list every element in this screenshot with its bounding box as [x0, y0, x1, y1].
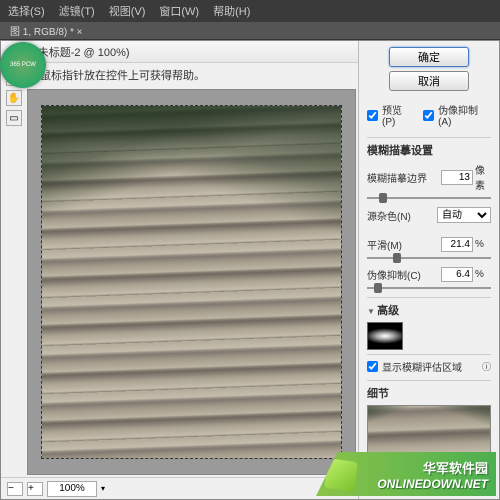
- artifact-sup-unit: %: [473, 269, 491, 280]
- preview-footer: − + ▾: [1, 477, 358, 499]
- bounds-input[interactable]: [441, 170, 473, 185]
- cancel-button[interactable]: 取消: [389, 71, 469, 91]
- smooth-input[interactable]: [441, 237, 473, 252]
- artifact-sup-label: 伪像抑制(C): [367, 267, 441, 282]
- ok-button[interactable]: 确定: [389, 47, 469, 67]
- preview-image: [41, 105, 342, 458]
- show-regions-checkbox[interactable]: [367, 361, 378, 372]
- zoom-field[interactable]: [47, 481, 97, 497]
- zoom-dropdown-icon[interactable]: ▾: [101, 484, 105, 493]
- show-regions-label: 显示模糊评估区域: [382, 359, 462, 374]
- region-tool-icon[interactable]: ▭: [6, 110, 22, 126]
- show-regions-row[interactable]: 显示模糊评估区域 ⓘ: [367, 354, 491, 374]
- menu-window[interactable]: 窗口(W): [159, 3, 199, 19]
- dialog-title: 防抖 (未标题-2 @ 100%): [1, 41, 358, 63]
- preview-checkbox-label: 预览(P): [382, 102, 415, 128]
- artifact-checkbox[interactable]: [423, 110, 434, 121]
- section-advanced[interactable]: 高级: [367, 297, 491, 318]
- artifact-sup-input[interactable]: [441, 267, 473, 282]
- detail-loupe[interactable]: [367, 405, 491, 461]
- menu-filter[interactable]: 滤镜(T): [59, 3, 95, 19]
- controls-pane: 确定 取消 预览(P) 伪像抑制(A) 模糊描摹设置 模糊描摹边界: [359, 41, 499, 499]
- app-menubar: 选择(S) 滤镜(T) 视图(V) 窗口(W) 帮助(H): [0, 0, 500, 22]
- preview-canvas-area[interactable]: [27, 89, 356, 475]
- artifact-checkbox-label: 伪像抑制(A): [438, 102, 491, 128]
- artifact-slider[interactable]: [367, 285, 491, 291]
- menu-view[interactable]: 视图(V): [109, 3, 146, 19]
- noise-label: 源杂色(N): [367, 208, 437, 223]
- hint-text: 将鼠标指针放在控件上可获得帮助。: [1, 63, 358, 87]
- bounds-slider[interactable]: [367, 195, 491, 201]
- smooth-slider[interactable]: [367, 255, 491, 261]
- zoom-out-button[interactable]: −: [7, 482, 23, 496]
- section-detail: 细节: [367, 380, 491, 401]
- artifact-checkbox-row[interactable]: 伪像抑制(A): [423, 102, 491, 128]
- preview-checkbox-row[interactable]: 预览(P): [367, 102, 415, 128]
- zoom-in-button[interactable]: +: [27, 482, 43, 496]
- shake-reduction-dialog: 防抖 (未标题-2 @ 100%) 将鼠标指针放在控件上可获得帮助。 🔍 ✋ ▭…: [0, 40, 500, 500]
- preview-checkbox[interactable]: [367, 110, 378, 121]
- document-tab[interactable]: 图 1, RGB/8) * ×: [0, 22, 500, 40]
- menu-help[interactable]: 帮助(H): [213, 3, 250, 19]
- smooth-unit: %: [473, 239, 491, 250]
- preview-pane: 防抖 (未标题-2 @ 100%) 将鼠标指针放在控件上可获得帮助。 🔍 ✋ ▭…: [1, 41, 359, 499]
- info-icon[interactable]: ⓘ: [482, 360, 491, 373]
- menu-select[interactable]: 选择(S): [8, 3, 45, 19]
- noise-select[interactable]: 自动: [437, 207, 491, 223]
- blur-kernel-thumbnail[interactable]: [367, 322, 403, 350]
- section-blur-trace: 模糊描摹设置: [367, 137, 491, 158]
- smooth-label: 平滑(M): [367, 237, 441, 252]
- hand-tool-icon[interactable]: ✋: [6, 90, 22, 106]
- bounds-label: 模糊描摹边界: [367, 170, 441, 185]
- corner-badge: 365 PCW: [0, 42, 46, 88]
- bounds-unit: 像素: [473, 162, 491, 192]
